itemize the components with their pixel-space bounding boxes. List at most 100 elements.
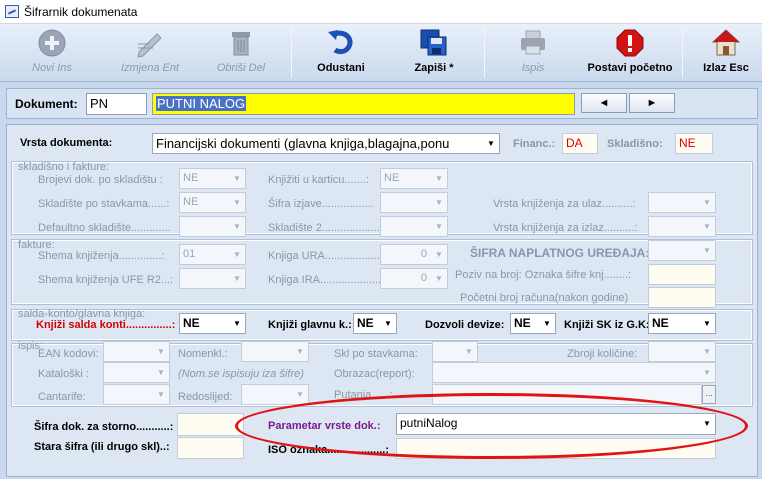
obrisi-label: Obriši Del (216, 62, 266, 74)
chevron-down-icon: ▼ (703, 198, 711, 207)
obrazac-select[interactable]: ▼ (432, 362, 716, 383)
ean-kodovi-select[interactable]: ▼ (103, 341, 170, 362)
knjizi-sk-value: NE (652, 316, 669, 330)
shema-knjizenja-label: Shema knjiženja..............: (38, 250, 165, 262)
chevron-down-icon: ▼ (435, 174, 443, 183)
printer-icon (521, 30, 545, 55)
izlaz-button[interactable]: Izlaz Esc (694, 24, 758, 82)
postavi-pocetno-button[interactable]: Postavi početno (582, 24, 678, 82)
chevron-down-icon: ▼ (487, 139, 495, 148)
document-name-input[interactable]: PUTNI NALOG (152, 93, 575, 115)
katalo-label: Kataloški : (38, 368, 89, 380)
dozvoli-devize-label: Dozvoli devize: (425, 319, 505, 331)
knjizi-salda-value: NE (183, 316, 200, 330)
plus-circle-icon (38, 29, 66, 57)
undo-arrow-icon (328, 30, 353, 55)
sifra-izjave-select[interactable]: ▼ (380, 192, 448, 213)
chevron-down-icon: ▼ (384, 319, 392, 328)
dokument-label: Dokument: (15, 97, 78, 111)
novi-label: Novi Ins (32, 62, 72, 74)
cantarife-select[interactable]: ▼ (103, 384, 170, 405)
sifra-storno-input[interactable] (177, 413, 244, 436)
sifra-izjave-label: Šifra izjave................. (268, 198, 374, 210)
ispis-button[interactable]: Ispis (503, 24, 563, 82)
knjizi-glavnu-value: NE (357, 316, 374, 330)
skladisno-label: Skladišno: (607, 138, 663, 150)
knjiga-ura-select[interactable]: 0 ▼ (380, 244, 448, 265)
knjiziti-karticu-select[interactable]: NE ▼ (380, 168, 448, 189)
knjizi-glavnu-select[interactable]: NE ▼ (353, 313, 397, 334)
cantarife-label: Cantarife: (38, 391, 86, 403)
shema-ufe-select[interactable]: ▼ (179, 268, 246, 289)
zapisi-label: Zapiši * (414, 62, 454, 74)
toolbar-separator (484, 26, 485, 78)
chevron-down-icon: ▼ (157, 390, 165, 399)
izmjena-button[interactable]: Izmjena Ent (110, 24, 190, 82)
title-bar: Šifrarnik dokumenata (0, 0, 762, 24)
skladiste2-select[interactable]: ▼ (380, 216, 448, 237)
knjizi-sk-select[interactable]: NE ▼ (648, 313, 716, 334)
shema-knjizenja-select[interactable]: 01 ▼ (179, 244, 246, 265)
knjiga-ira-select[interactable]: 0 ▼ (380, 268, 448, 289)
skladiste-stavkama-select[interactable]: NE ▼ (179, 192, 246, 213)
chevron-down-icon: ▼ (435, 250, 443, 259)
pocetni-broj-input[interactable] (648, 287, 716, 308)
chevron-down-icon: ▼ (233, 174, 241, 183)
brojevi-select[interactable]: NE ▼ (179, 168, 246, 189)
defaultno-skladiste-select[interactable]: ▼ (179, 216, 246, 237)
chevron-down-icon: ▼ (435, 274, 443, 283)
prev-record-button[interactable]: ◄ (581, 93, 627, 113)
toolbar: Novi Ins Izmjena Ent Obriši Del Odustani… (0, 24, 762, 82)
chevron-down-icon: ▼ (233, 274, 241, 283)
nomenkl-select[interactable]: ▼ (241, 341, 309, 362)
skl-po-stavkama-select[interactable]: ▼ (432, 341, 478, 362)
chevron-down-icon: ▼ (296, 347, 304, 356)
zapisi-button[interactable]: Zapiši * (396, 24, 472, 82)
pocetni-broj-label: Početni broj računa(nakon godine) (460, 292, 629, 304)
chevron-down-icon: ▼ (233, 250, 241, 259)
chevron-down-icon: ▼ (296, 390, 304, 399)
knjizi-sk-label: Knjiži SK iz G.K: (564, 319, 650, 331)
chevron-down-icon: ▼ (703, 319, 711, 328)
vrsta-izlaz-select[interactable]: ▼ (648, 216, 716, 237)
defaultno-skladiste-label: Defaultno skladište............. (38, 222, 171, 234)
shema-ufe-label: Shema knjiženja UFE R2...: (38, 274, 174, 286)
obrazac-label: Obrazac(report): (334, 368, 415, 380)
next-record-button[interactable]: ► (629, 93, 675, 113)
obrisi-button[interactable]: Obriši Del (205, 24, 277, 82)
postavi-label: Postavi početno (587, 62, 673, 74)
vrsta-ulaz-label: Vrsta knjiženja za ulaz..........: (493, 198, 636, 210)
brojevi-label: Brojevi dok. po skladištu : (38, 174, 163, 186)
chevron-down-icon: ▼ (435, 222, 443, 231)
window-title: Šifrarnik dokumenata (24, 5, 138, 19)
sifra-naplatnog-select[interactable]: ▼ (648, 240, 716, 261)
chevron-down-icon: ▼ (157, 347, 165, 356)
izlaz-label: Izlaz Esc (703, 62, 749, 74)
zbroji-kolicine-select[interactable]: ▼ (648, 341, 716, 362)
document-code-input[interactable]: PN (86, 93, 147, 115)
browse-path-button[interactable]: ... (702, 385, 716, 404)
chevron-down-icon: ▼ (703, 222, 711, 231)
document-row: Dokument: PN PUTNI NALOG ◄ ► (6, 88, 758, 119)
chevron-down-icon: ▼ (435, 198, 443, 207)
knjiga-ira-value: 0 (420, 272, 427, 284)
katalo-select[interactable]: ▼ (103, 362, 170, 383)
knjiziti-karticu-label: Knjižiti u karticu.......: (268, 174, 369, 186)
trash-icon (232, 32, 250, 56)
zbroji-kolicine-label: Zbroji količine: (567, 348, 638, 360)
knjiga-ira-label: Knjiga IRA......................... (268, 274, 397, 286)
dozvoli-devize-select[interactable]: NE ▼ (510, 313, 556, 334)
vrsta-dokumenta-select[interactable]: Financijski dokumenti (glavna knjiga,bla… (152, 133, 500, 154)
toolbar-separator (682, 26, 683, 78)
knjizi-salda-select[interactable]: NE ▼ (179, 313, 246, 334)
redoslijed-select[interactable]: ▼ (241, 384, 309, 405)
chevron-down-icon: ▼ (233, 319, 241, 328)
stara-sifra-input[interactable] (177, 437, 244, 459)
poziv-na-broj-input[interactable] (648, 264, 716, 285)
vrsta-ulaz-select[interactable]: ▼ (648, 192, 716, 213)
poziv-na-broj-label: Poziv na broj: Oznaka šifre knj........: (455, 269, 632, 281)
edit-pen-icon (137, 33, 162, 58)
financ-label: Financ.: (513, 138, 556, 150)
odustani-button[interactable]: Odustani (306, 24, 376, 82)
novi-button[interactable]: Novi Ins (20, 24, 84, 82)
